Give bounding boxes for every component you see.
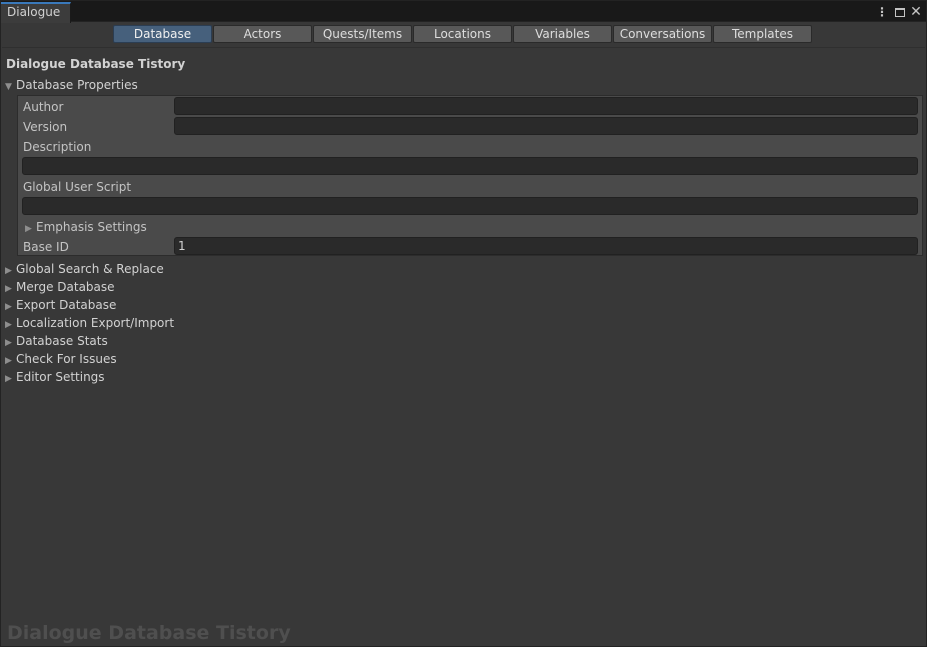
maximize-icon[interactable] — [893, 4, 907, 20]
tab-database[interactable]: Database — [113, 25, 212, 43]
triangle-right-icon: ▶ — [5, 320, 12, 330]
dialogue-editor-window: Dialogue ⋮ ✕ Database Actors Quests/Item… — [0, 0, 927, 647]
section-label: Check For Issues — [16, 352, 117, 366]
tab-locations[interactable]: Locations — [413, 25, 512, 43]
emphasis-settings-label: Emphasis Settings — [36, 220, 147, 234]
global-user-script-field[interactable] — [22, 197, 918, 215]
tab-quests-items[interactable]: Quests/Items — [313, 25, 412, 43]
base-id-field[interactable]: 1 — [174, 237, 918, 255]
author-field[interactable] — [174, 97, 918, 115]
section-label: Global Search & Replace — [16, 262, 164, 276]
triangle-right-icon: ▶ — [25, 224, 32, 234]
triangle-right-icon: ▶ — [5, 338, 12, 348]
author-label: Author — [23, 100, 64, 114]
tab-templates[interactable]: Templates — [713, 25, 812, 43]
tab-actors[interactable]: Actors — [213, 25, 312, 43]
section-label: Editor Settings — [16, 370, 105, 384]
section-foldout[interactable]: ▶ Editor Settings — [5, 369, 105, 385]
section-foldout[interactable]: ▶ Global Search & Replace — [5, 261, 164, 277]
section-label: Merge Database — [16, 280, 115, 294]
database-title: Dialogue Database Tistory — [6, 57, 186, 71]
global-user-script-label: Global User Script — [23, 180, 132, 194]
watermark-title: Dialogue Database Tistory — [7, 622, 291, 644]
section-foldout[interactable]: ▶ Check For Issues — [5, 351, 117, 367]
triangle-right-icon: ▶ — [5, 284, 12, 294]
section-foldout[interactable]: ▶ Database Stats — [5, 333, 108, 349]
tab-variables[interactable]: Variables — [513, 25, 612, 43]
section-label: Export Database — [16, 298, 117, 312]
triangle-down-icon: ▼ — [5, 82, 12, 92]
triangle-right-icon: ▶ — [5, 374, 12, 384]
triangle-right-icon: ▶ — [5, 302, 12, 312]
section-label: Localization Export/Import — [16, 316, 175, 330]
version-label: Version — [23, 120, 68, 134]
title-bar: Dialogue ⋮ ✕ — [1, 1, 926, 23]
tab-conversations[interactable]: Conversations — [613, 25, 712, 43]
database-properties-label: Database Properties — [16, 78, 138, 92]
emphasis-settings-foldout[interactable]: ▶ Emphasis Settings — [25, 219, 147, 235]
base-id-label: Base ID — [23, 240, 69, 254]
triangle-right-icon: ▶ — [5, 266, 12, 276]
section-foldout[interactable]: ▶ Merge Database — [5, 279, 115, 295]
database-properties-panel: Author Version Description Global User S… — [17, 95, 923, 256]
section-foldout[interactable]: ▶ Localization Export/Import — [5, 315, 174, 331]
toolbar-tabs: Database Actors Quests/Items Locations V… — [113, 25, 813, 44]
version-field[interactable] — [174, 117, 918, 135]
description-field[interactable] — [22, 157, 918, 175]
toolbar-divider — [2, 47, 925, 48]
window-tab[interactable]: Dialogue — [1, 2, 71, 23]
section-foldout[interactable]: ▶ Export Database — [5, 297, 116, 313]
description-label: Description — [23, 140, 92, 154]
triangle-right-icon: ▶ — [5, 356, 12, 366]
kebab-icon[interactable]: ⋮ — [875, 4, 889, 20]
database-properties-foldout[interactable]: ▼ Database Properties — [5, 77, 138, 93]
close-icon[interactable]: ✕ — [909, 4, 923, 20]
section-label: Database Stats — [16, 334, 108, 348]
